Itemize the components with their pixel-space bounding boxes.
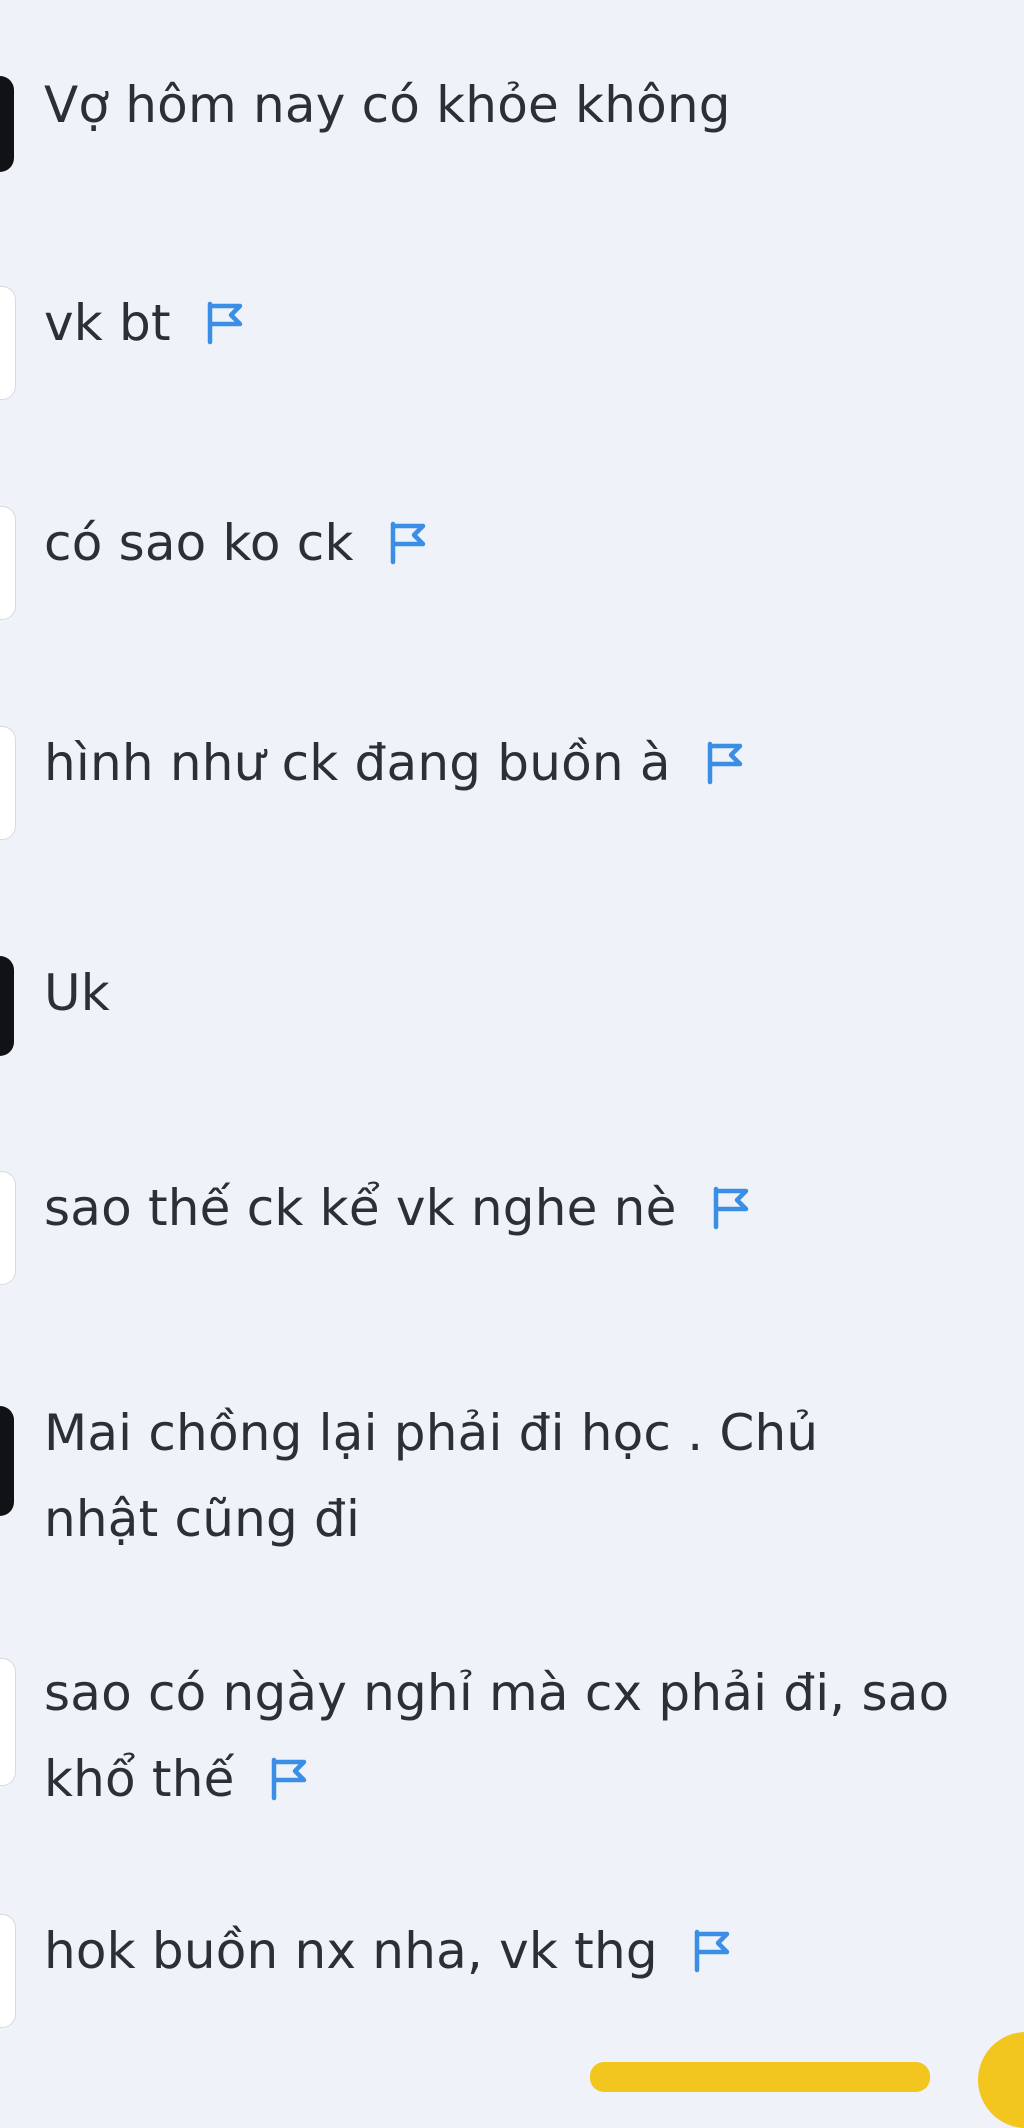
message-bubble-edge	[0, 506, 16, 620]
message-bot[interactable]: sao thế ck kể vk nghe nè	[0, 1165, 1024, 1295]
message-bubble-edge	[0, 1658, 16, 1786]
message-text-content: có sao ko ck	[44, 514, 354, 572]
message-bot[interactable]: vk bt	[0, 280, 1024, 410]
message-text-content: sao có ngày nghỉ mà cx phải đi, sao khổ …	[44, 1664, 950, 1808]
message-bubble-edge	[0, 1914, 16, 2028]
message-text: Vợ hôm nay có khỏe không	[44, 62, 984, 148]
message-text: sao có ngày nghỉ mà cx phải đi, sao khổ …	[44, 1650, 1004, 1822]
message-text-content: Mai chồng lại phải đi học . Chủ nhật cũn…	[44, 1404, 819, 1548]
message-bot[interactable]: hok buồn nx nha, vk thg	[0, 1908, 1024, 2038]
message-text-content: Uk	[44, 964, 110, 1022]
action-bar-edge[interactable]	[590, 2062, 930, 2092]
message-bot[interactable]: sao có ngày nghỉ mà cx phải đi, sao khổ …	[0, 1650, 1024, 1830]
message-bot[interactable]: có sao ko ck	[0, 500, 1024, 630]
message-bubble-edge	[0, 1171, 16, 1285]
floating-action-button[interactable]	[978, 2032, 1024, 2128]
message-bot[interactable]: hình như ck đang buồn à	[0, 720, 1024, 850]
message-text: sao thế ck kể vk nghe nè	[44, 1165, 984, 1251]
message-text-content: Vợ hôm nay có khỏe không	[44, 76, 731, 134]
message-text-content: sao thế ck kể vk nghe nè	[44, 1179, 677, 1237]
message-text-content: hình như ck đang buồn à	[44, 734, 671, 792]
message-bubble-edge	[0, 76, 14, 172]
message-user[interactable]: Mai chồng lại phải đi học . Chủ nhật cũn…	[0, 1390, 1024, 1570]
message-text: Uk	[44, 950, 984, 1036]
message-text-content: hok buồn nx nha, vk thg	[44, 1922, 658, 1980]
message-text: vk bt	[44, 280, 984, 366]
flag-icon[interactable]	[388, 519, 428, 567]
message-text: hok buồn nx nha, vk thg	[44, 1908, 984, 1994]
flag-icon[interactable]	[205, 299, 245, 347]
message-bubble-edge	[0, 1406, 14, 1516]
flag-icon[interactable]	[692, 1927, 732, 1975]
message-bubble-edge	[0, 726, 16, 840]
message-text: Mai chồng lại phải đi học . Chủ nhật cũn…	[44, 1390, 904, 1562]
message-bubble-edge	[0, 956, 14, 1056]
chat-thread: Vợ hôm nay có khỏe không vk bt có sao ko…	[0, 0, 1024, 2128]
message-text: hình như ck đang buồn à	[44, 720, 984, 806]
message-text-content: vk bt	[44, 294, 171, 352]
message-text: có sao ko ck	[44, 500, 984, 586]
message-user[interactable]: Uk	[0, 950, 1024, 1060]
message-bubble-edge	[0, 286, 16, 400]
message-user[interactable]: Vợ hôm nay có khỏe không	[0, 60, 1024, 172]
flag-icon[interactable]	[711, 1184, 751, 1232]
flag-icon[interactable]	[705, 739, 745, 787]
flag-icon[interactable]	[269, 1755, 309, 1803]
